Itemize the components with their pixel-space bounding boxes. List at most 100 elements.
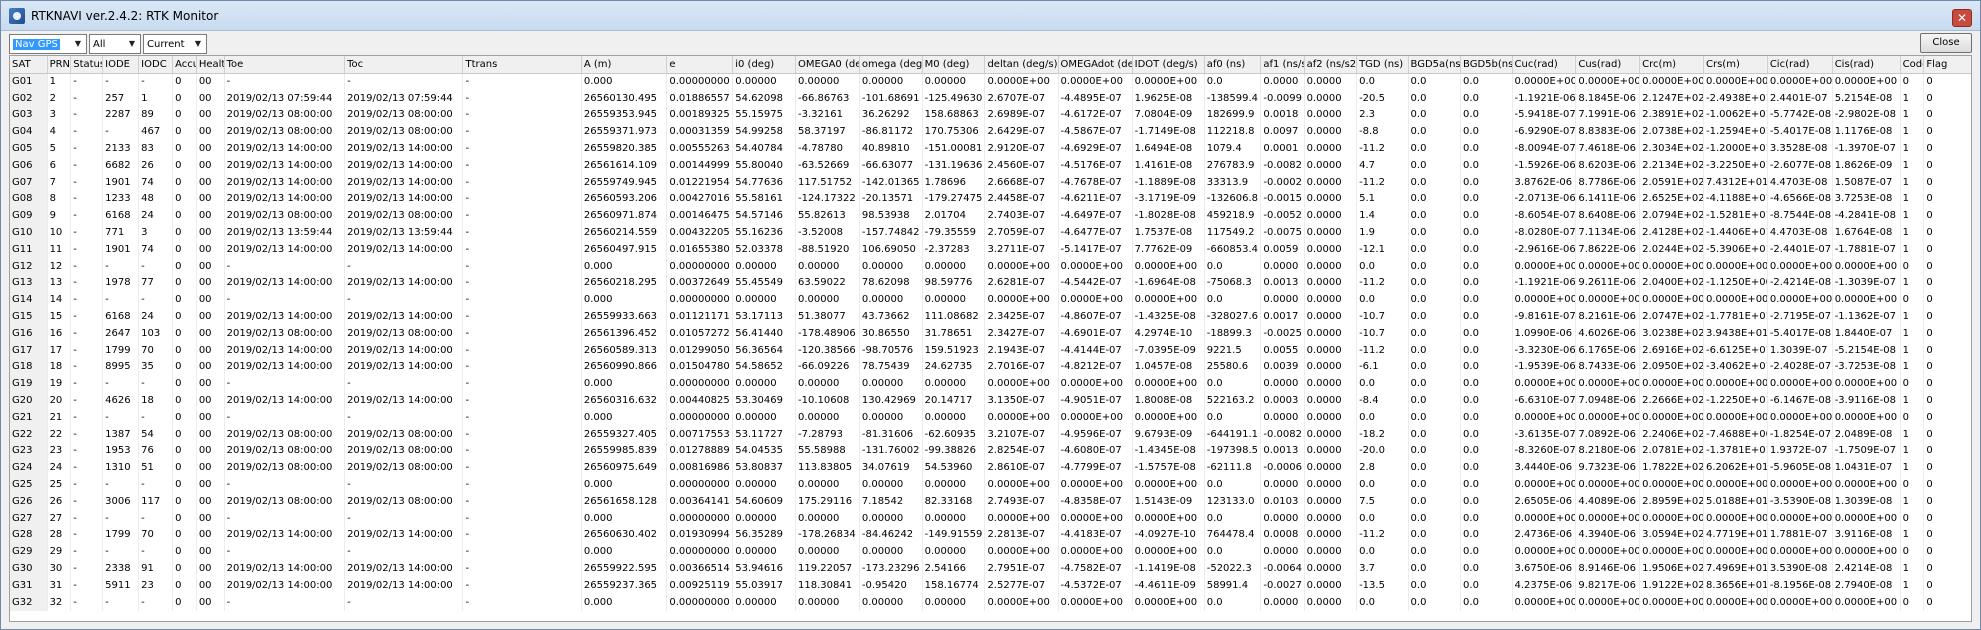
table-row[interactable]: G02 2-257 1 0 00 2019/02/13 07:59:44 2019/02/1… [10, 89, 1971, 107]
column-header[interactable]: IDOT (deg/s) [1132, 56, 1205, 74]
table-cell: 0 [1923, 123, 1971, 141]
table-cell: 0.000 [581, 291, 668, 309]
table-row[interactable]: G18 18-8995 35 0 00 2019/02/13 14:00:00 2019/0… [10, 358, 1971, 376]
column-header[interactable]: BGD5a(ns) [1408, 56, 1462, 74]
table-cell: 9.8217E-06 [1575, 576, 1641, 594]
filter-select[interactable]: All ▼ [89, 34, 141, 54]
table-row[interactable]: G04 4- -467 0 00 2019/02/13 08:00:00 2019/02/1… [10, 123, 1971, 141]
table-row[interactable]: G29 29- - -0 00- - -0.000 0.00000000 0.00000 0.00… [10, 543, 1971, 561]
column-header[interactable]: Crs(m) [1703, 56, 1768, 74]
column-header[interactable]: A (m) [581, 56, 668, 74]
column-header[interactable]: Ttrans [462, 56, 582, 74]
column-header[interactable]: Cic(rad) [1767, 56, 1833, 74]
table-row[interactable]: G27 27- - -0 00- - -0.000 0.00000000 0.00000 0.00… [10, 509, 1971, 527]
table-cell: 0.0000E+00 [1058, 408, 1133, 426]
table-row[interactable]: G10 10-771 3 0 00 2019/02/13 13:59:44 2019/02/… [10, 224, 1971, 241]
column-header[interactable]: Status [70, 56, 104, 74]
table-cell: 4.7 [1356, 156, 1409, 174]
satellite-id-cell: G29 [10, 543, 48, 561]
table-row[interactable]: G12 12- - -0 00- - -0.000 0.00000000 0.00000 0.00… [10, 257, 1971, 275]
column-header[interactable]: BGD5b(ns) [1460, 56, 1513, 74]
column-header[interactable]: Accuracy [172, 56, 197, 74]
column-header[interactable]: Code [1900, 56, 1925, 74]
table-row[interactable]: G22 22-1387 54 0 00 2019/02/13 08:00:00 2019/0… [10, 425, 1971, 443]
table-row[interactable]: G13 13-1978 77 0 00 2019/02/13 14:00:00 2019/0… [10, 274, 1971, 292]
table-cell: 7.4969E+01 [1703, 560, 1768, 577]
column-header[interactable]: Toe [224, 56, 346, 74]
table-row[interactable]: G28 28-1799 70 0 00 2019/02/13 14:00:00 2019/0… [10, 526, 1971, 544]
column-header[interactable]: PRN [47, 56, 72, 74]
nav-type-select[interactable]: Nav GPS ▼ [9, 34, 87, 54]
column-header[interactable]: Cus(rad) [1575, 56, 1641, 74]
table-row[interactable]: G19 19- - -0 00- - -0.000 0.00000000 0.00000 0.00… [10, 375, 1971, 393]
column-header[interactable]: IODC [138, 56, 174, 74]
column-header[interactable]: OMEGA0 (deg) [795, 56, 860, 74]
table-cell: 1.4 [1356, 207, 1409, 225]
ephemeris-grid[interactable]: SATPRNStatusIODEIODCAccuracyHealthToeToc… [9, 55, 1972, 622]
column-header[interactable]: TGD (ns) [1356, 56, 1409, 74]
table-row[interactable]: G07 7-1901 74 0 00 2019/02/13 14:00:00 2019/02… [10, 173, 1971, 191]
table-row[interactable]: G11 11-1901 74 0 00 2019/02/13 14:00:00 2019/0… [10, 240, 1971, 258]
table-row[interactable]: G32 32- - -0 00- - -0.000 0.00000000 0.00000 0.00… [10, 593, 1971, 611]
column-header[interactable]: SAT [10, 56, 48, 74]
column-header[interactable]: omega (deg) [859, 56, 923, 74]
table-cell: -3.4062E+01 [1703, 358, 1768, 376]
table-cell: 0.01057272 [666, 324, 734, 342]
column-header[interactable]: M0 (deg) [922, 56, 986, 74]
table-cell: 2019/02/13 14:00:00 [344, 190, 464, 208]
table-row[interactable]: G24 24-1310 51 0 00 2019/02/13 08:00:00 2019/0… [10, 459, 1971, 477]
table-row[interactable]: G31 31-5911 23 0 00 2019/02/13 14:00:00 2019/0… [10, 576, 1971, 594]
column-header[interactable]: af2 (ns/s2) [1304, 56, 1358, 74]
table-row[interactable]: G08 8-1233 48 0 00 2019/02/13 14:00:00 2019/02… [10, 190, 1971, 208]
title-bar[interactable]: RTKNAVI ver.2.4.2: RTK Monitor ✕ [1, 1, 1980, 31]
chevron-down-icon[interactable]: ▼ [126, 38, 138, 50]
column-header[interactable]: Cuc(rad) [1512, 56, 1577, 74]
ephemeris-table: SATPRNStatusIODEIODCAccuracyHealthToeToc… [10, 56, 1971, 611]
ephemeris-select[interactable]: Current ▼ [143, 34, 207, 54]
table-row[interactable]: G16 16-2647 103 0 00 2019/02/13 08:00:00 2019/… [10, 324, 1971, 342]
table-row[interactable]: G14 14- - -0 00- - -0.000 0.00000000 0.00000 0.00… [10, 291, 1971, 309]
table-row[interactable]: G30 30-2338 91 0 00 2019/02/13 14:00:00 2019/0… [10, 560, 1971, 577]
table-cell: 0 [1923, 492, 1971, 510]
table-cell: 0.00000000 [666, 408, 734, 426]
table-row[interactable]: G06 6-6682 26 0 00 2019/02/13 14:00:00 2019/02… [10, 156, 1971, 174]
table-row[interactable]: G20 20-4626 18 0 00 2019/02/13 14:00:00 2019/0… [10, 392, 1971, 409]
column-header[interactable]: Cis(rad) [1832, 56, 1901, 74]
table-row[interactable]: G21 21- - -0 00- - -0.000 0.00000000 0.00000 0.00… [10, 408, 1971, 426]
table-row[interactable]: G17 17-1799 70 0 00 2019/02/13 14:00:00 2019/0… [10, 341, 1971, 359]
table-cell: - [224, 73, 346, 90]
column-header[interactable]: OMEGAdot (deg/s) [1058, 56, 1133, 74]
column-header[interactable]: Flag [1923, 56, 1971, 74]
column-header[interactable]: Health [196, 56, 225, 74]
table-cell: 26559922.595 [581, 560, 668, 577]
table-cell: 0.0000E+00 [1575, 476, 1641, 493]
table-row[interactable]: G09 9-6168 24 0 00 2019/02/13 08:00:00 2019/02… [10, 207, 1971, 225]
column-header[interactable]: af0 (ns) [1204, 56, 1262, 74]
table-row[interactable]: G23 23-1953 76 0 00 2019/02/13 08:00:00 2019/0… [10, 442, 1971, 460]
column-header[interactable]: Toc [344, 56, 464, 74]
table-row[interactable]: G01 1- - -0 00- - -0.000 0.00000000 0.00000 0.000… [10, 73, 1971, 90]
table-row[interactable]: G15 15-6168 24 0 00 2019/02/13 14:00:00 2019/0… [10, 308, 1971, 325]
column-header[interactable]: IODE [102, 56, 140, 74]
table-row[interactable]: G05 5-2133 83 0 00 2019/02/13 14:00:00 2019/02… [10, 140, 1971, 157]
close-button[interactable]: Close [1920, 33, 1972, 53]
window-close-icon[interactable]: ✕ [1952, 9, 1972, 27]
table-cell: 2.6916E+02 [1639, 341, 1704, 359]
table-cell: 0 [172, 207, 197, 225]
column-header[interactable]: i0 (deg) [732, 56, 797, 74]
table-cell: 18 [138, 392, 174, 409]
table-row[interactable]: G25 25- - -0 00- - -0.000 0.00000000 0.00000 0.00… [10, 476, 1971, 493]
table-cell: 00 [196, 156, 225, 174]
table-row[interactable]: G26 26-3006 117 0 00 2019/02/13 08:00:00 2019/… [10, 492, 1971, 510]
chevron-down-icon[interactable]: ▼ [72, 38, 84, 50]
column-header[interactable]: deltan (deg/s) [984, 56, 1059, 74]
satellite-id-cell: G30 [10, 560, 48, 577]
table-row[interactable]: G03 3-2287 89 0 00 2019/02/13 08:00:00 2019/02… [10, 106, 1971, 124]
chevron-down-icon[interactable]: ▼ [192, 38, 204, 50]
column-header[interactable]: Crc(m) [1639, 56, 1704, 74]
table-cell: 1 [1900, 308, 1925, 325]
column-header[interactable]: af1 (ns/s) [1260, 56, 1305, 74]
table-cell: - [344, 257, 464, 275]
table-cell: 2019/02/13 14:00:00 [344, 173, 464, 191]
column-header[interactable]: e [666, 56, 734, 74]
